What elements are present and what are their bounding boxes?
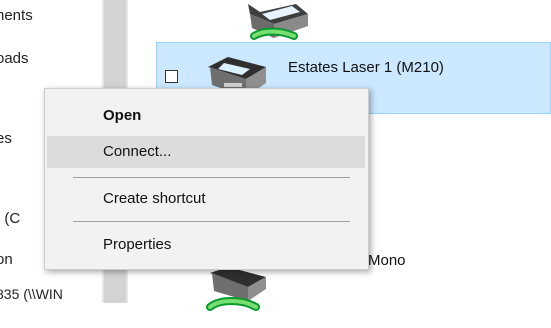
nav-item[interactable]: oads	[0, 50, 29, 68]
menu-item-open[interactable]: Open	[47, 100, 365, 132]
printer-icon	[200, 263, 270, 323]
printer-checkbox[interactable]	[165, 70, 178, 83]
printer-item[interactable]	[156, 0, 551, 40]
menu-separator	[73, 221, 350, 222]
nav-item[interactable]: 835 (\\WIN	[0, 285, 63, 303]
menu-item-connect[interactable]: Connect...	[47, 136, 365, 168]
menu-item-create-shortcut[interactable]: Create shortcut	[47, 183, 365, 215]
context-menu: Open Connect... Create shortcut Properti…	[44, 88, 369, 270]
nav-item[interactable]: : (C	[0, 210, 20, 228]
printer-name: Estates Laser 1 (M210)	[288, 59, 444, 76]
nav-item[interactable]: on	[0, 251, 13, 269]
menu-separator	[73, 177, 350, 178]
nav-item[interactable]: nents	[0, 7, 33, 25]
menu-item-properties[interactable]: Properties	[47, 229, 365, 261]
nav-item[interactable]: es	[0, 130, 12, 148]
